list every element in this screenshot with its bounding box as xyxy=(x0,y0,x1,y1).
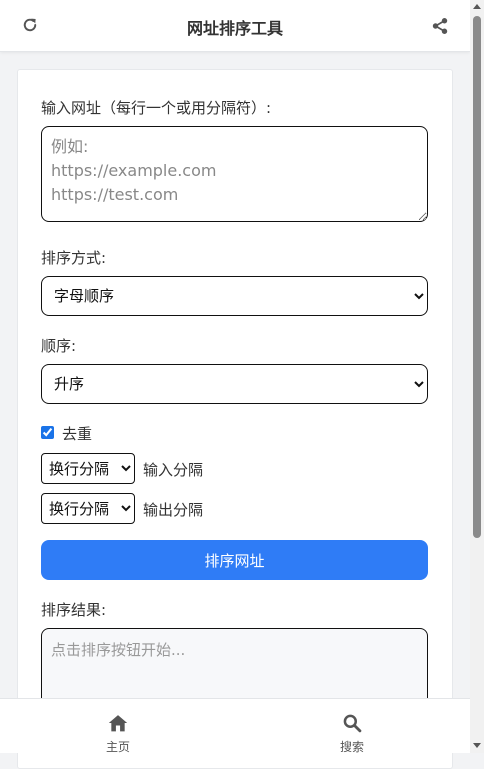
sort-method-select[interactable]: 字母顺序 xyxy=(41,276,428,316)
order-label: 顺序: xyxy=(41,337,77,355)
dedupe-label: 去重 xyxy=(62,425,93,443)
nav-item-home[interactable]: 主页 xyxy=(88,699,148,754)
nav-item-search[interactable]: 搜索 xyxy=(322,699,382,754)
scroll-down-arrow-icon[interactable] xyxy=(473,743,481,748)
page-title: 网址排序工具 xyxy=(186,19,283,38)
output-separator-select[interactable]: 换行分隔 xyxy=(41,493,135,524)
scrollbar[interactable] xyxy=(470,0,484,753)
bottom-nav: 主页 搜索 xyxy=(0,698,470,754)
home-icon xyxy=(108,715,128,732)
sort-urls-button[interactable]: 排序网址 xyxy=(41,540,428,580)
search-icon xyxy=(343,714,362,733)
scroll-up-arrow-icon[interactable] xyxy=(473,4,481,9)
input-separator-select[interactable]: 换行分隔 xyxy=(41,453,135,484)
order-select[interactable]: 升序 xyxy=(41,364,428,404)
input-separator-label: 输入分隔 xyxy=(143,461,204,479)
nav-label-search: 搜索 xyxy=(339,740,364,754)
dedupe-checkbox[interactable] xyxy=(41,426,54,439)
scrollbar-thumb[interactable] xyxy=(473,16,481,538)
app-header: 网址排序工具 xyxy=(0,0,470,52)
share-icon[interactable] xyxy=(431,17,449,35)
result-label: 排序结果: xyxy=(41,601,107,619)
nav-label-home: 主页 xyxy=(105,740,130,754)
url-input[interactable] xyxy=(41,126,428,222)
sort-method-label: 排序方式: xyxy=(41,249,107,267)
url-input-label: 输入网址（每行一个或用分隔符）: xyxy=(41,99,272,117)
output-separator-label: 输出分隔 xyxy=(143,501,204,519)
